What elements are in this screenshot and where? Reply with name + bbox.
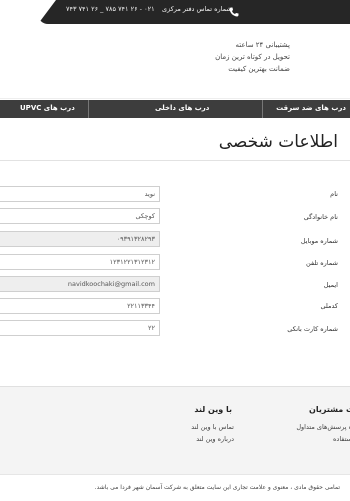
email-field[interactable] <box>0 276 160 292</box>
footer-col-customers-title: ت مشتریان <box>309 405 350 414</box>
top-bar: ۰۲۱ - ۲۶ ۷۴۱ ۷۸۵ _ ۲۶ ۷۴۱ ۷۴۳ شماره تماس… <box>0 0 350 24</box>
footer-link-faq[interactable]: ه پرسش‌های متداول <box>296 423 350 431</box>
phone-numbers: ۰۲۱ - ۲۶ ۷۴۱ ۷۸۵ _ ۲۶ ۷۴۱ ۷۴۳ <box>66 5 155 13</box>
footer-col-winland-title: با وین لند <box>194 405 232 414</box>
bank-card-field[interactable] <box>0 320 160 336</box>
last-name-label: نام خانوادگی <box>303 213 338 221</box>
mobile-field[interactable] <box>0 231 160 247</box>
site-footer: با وین لند تماس با وین لند درباره وین لن… <box>0 386 350 475</box>
phone-icon <box>229 7 239 17</box>
national-id-label: کدملی <box>320 302 338 310</box>
copyright-text: تمامی حقوق مادی ، معنوی و علامت تجاری ای… <box>94 484 340 491</box>
email-label: ایمیل <box>323 281 338 289</box>
nav-divider <box>88 100 89 118</box>
nav-divider <box>262 100 263 118</box>
phone-label: شماره تماس دفتر مرکزی <box>162 5 232 13</box>
bank-card-label: شماره کارت بانکی <box>287 325 338 333</box>
copyright-bar: تمامی حقوق مادی ، معنوی و علامت تجاری ای… <box>0 474 350 501</box>
footer-link-contact[interactable]: تماس با وین لند <box>191 423 234 431</box>
main-nav: درب های ضد سرقت درب های داخلی درب های UP… <box>0 100 350 118</box>
mobile-label: شماره موبایل <box>300 237 338 245</box>
first-name-field[interactable] <box>0 186 160 202</box>
last-name-field[interactable] <box>0 208 160 224</box>
feature-support: پشتیبانی ۲۴ ساعته <box>235 41 290 49</box>
feature-delivery: تحویل در کوتاه ترین زمان <box>215 53 290 61</box>
footer-link-terms[interactable]: ستفاده <box>333 435 350 443</box>
feature-list: پشتیبانی ۲۴ ساعته تحویل در کوتاه ترین زم… <box>215 39 290 75</box>
nav-item-security-doors[interactable]: درب های ضد سرقت <box>276 104 346 112</box>
title-divider <box>0 160 350 161</box>
site-header: پشتیبانی ۲۴ ساعته تحویل در کوتاه ترین زم… <box>0 24 350 99</box>
footer-link-about[interactable]: درباره وین لند <box>196 435 234 443</box>
feature-quality: ضمانت بهترین کیفیت <box>228 65 290 73</box>
page-title: اطلاعات شخصی <box>218 132 338 152</box>
top-bar-cut <box>38 0 56 24</box>
nav-item-interior-doors[interactable]: درب های داخلی <box>155 104 209 112</box>
nav-item-upvc-doors[interactable]: درب های UPVC <box>20 104 75 112</box>
phone-label-field: شماره تلفن <box>306 259 338 267</box>
first-name-label: نام <box>330 190 338 198</box>
phone-field[interactable] <box>0 254 160 270</box>
national-id-field[interactable] <box>0 298 160 314</box>
